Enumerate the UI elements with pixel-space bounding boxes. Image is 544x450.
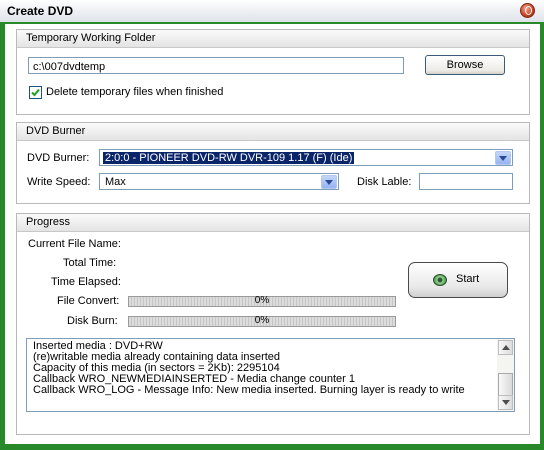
disk-label-input[interactable] [419,173,513,190]
disk-burn-progress: 0% [128,315,396,327]
log-line: Callback WRO_LOG - Message Info: New med… [33,384,465,396]
working-folder-header: Temporary Working Folder [17,30,529,48]
dialog-client-area: Temporary Working Folder c:\007dvdtemp B… [5,24,540,444]
working-folder-group: Temporary Working Folder c:\007dvdtemp B… [16,29,530,115]
disk-burn-percent: 0% [254,315,270,326]
disk-label-label: Disk Lable: [357,176,412,188]
dvd-burner-header: DVD Burner [17,123,529,141]
file-convert-progress: 0% [128,295,396,307]
browse-button[interactable]: Browse [425,55,505,75]
burner-label: DVD Burner: [27,152,90,164]
window-title: Create DVD [7,4,74,18]
scroll-down-icon[interactable] [498,395,513,410]
burner-select[interactable]: 2:0:0 - PIONEER DVD-RW DVR-109 1.17 (F) … [99,149,513,166]
delete-temp-checkbox[interactable] [29,86,42,99]
checkmark-icon [31,88,40,97]
total-time-label: Total Time: [63,257,117,269]
progress-header: Progress [17,214,529,232]
time-elapsed-label: Time Elapsed: [51,276,121,288]
working-folder-path-input[interactable]: c:\007dvdtemp [28,57,404,74]
chevron-down-icon[interactable] [321,175,337,189]
scroll-thumb[interactable] [498,373,513,397]
log-lines: Inserted media : DVD+RW (re)writable medi… [33,341,503,396]
close-button[interactable] [520,3,535,18]
progress-heading: Progress [26,216,71,228]
write-speed-value: Max [105,176,126,188]
scroll-up-icon[interactable] [498,340,513,355]
working-folder-heading: Temporary Working Folder [26,32,156,44]
dvd-burner-group: DVD Burner DVD Burner: 2:0:0 - PIONEER D… [16,122,530,204]
title-bar[interactable]: Create DVD [0,0,544,22]
log-output[interactable]: Inserted media : DVD+RW (re)writable medi… [26,338,515,412]
start-button-label: Start [456,273,480,285]
delete-temp-label: Delete temporary files when finished [46,86,224,98]
disk-burn-label: Disk Burn: [67,315,118,327]
start-button[interactable]: Start [408,262,508,298]
file-convert-label: File Convert: [57,295,120,307]
file-convert-percent: 0% [254,295,270,306]
burner-select-value: 2:0:0 - PIONEER DVD-RW DVR-109 1.17 (F) … [103,152,355,164]
write-speed-label: Write Speed: [27,176,91,188]
progress-group: Progress Current File Name: Total Time: … [16,213,530,435]
create-dvd-window: Create DVD Temporary Working Folder c:\0… [0,0,544,450]
chevron-down-icon[interactable] [495,151,511,165]
current-file-label: Current File Name: [28,238,121,250]
write-speed-select[interactable]: Max [99,173,339,190]
log-scrollbar[interactable] [497,339,514,411]
close-icon [525,6,532,15]
disc-icon [433,274,447,286]
dvd-burner-heading: DVD Burner [26,125,86,137]
